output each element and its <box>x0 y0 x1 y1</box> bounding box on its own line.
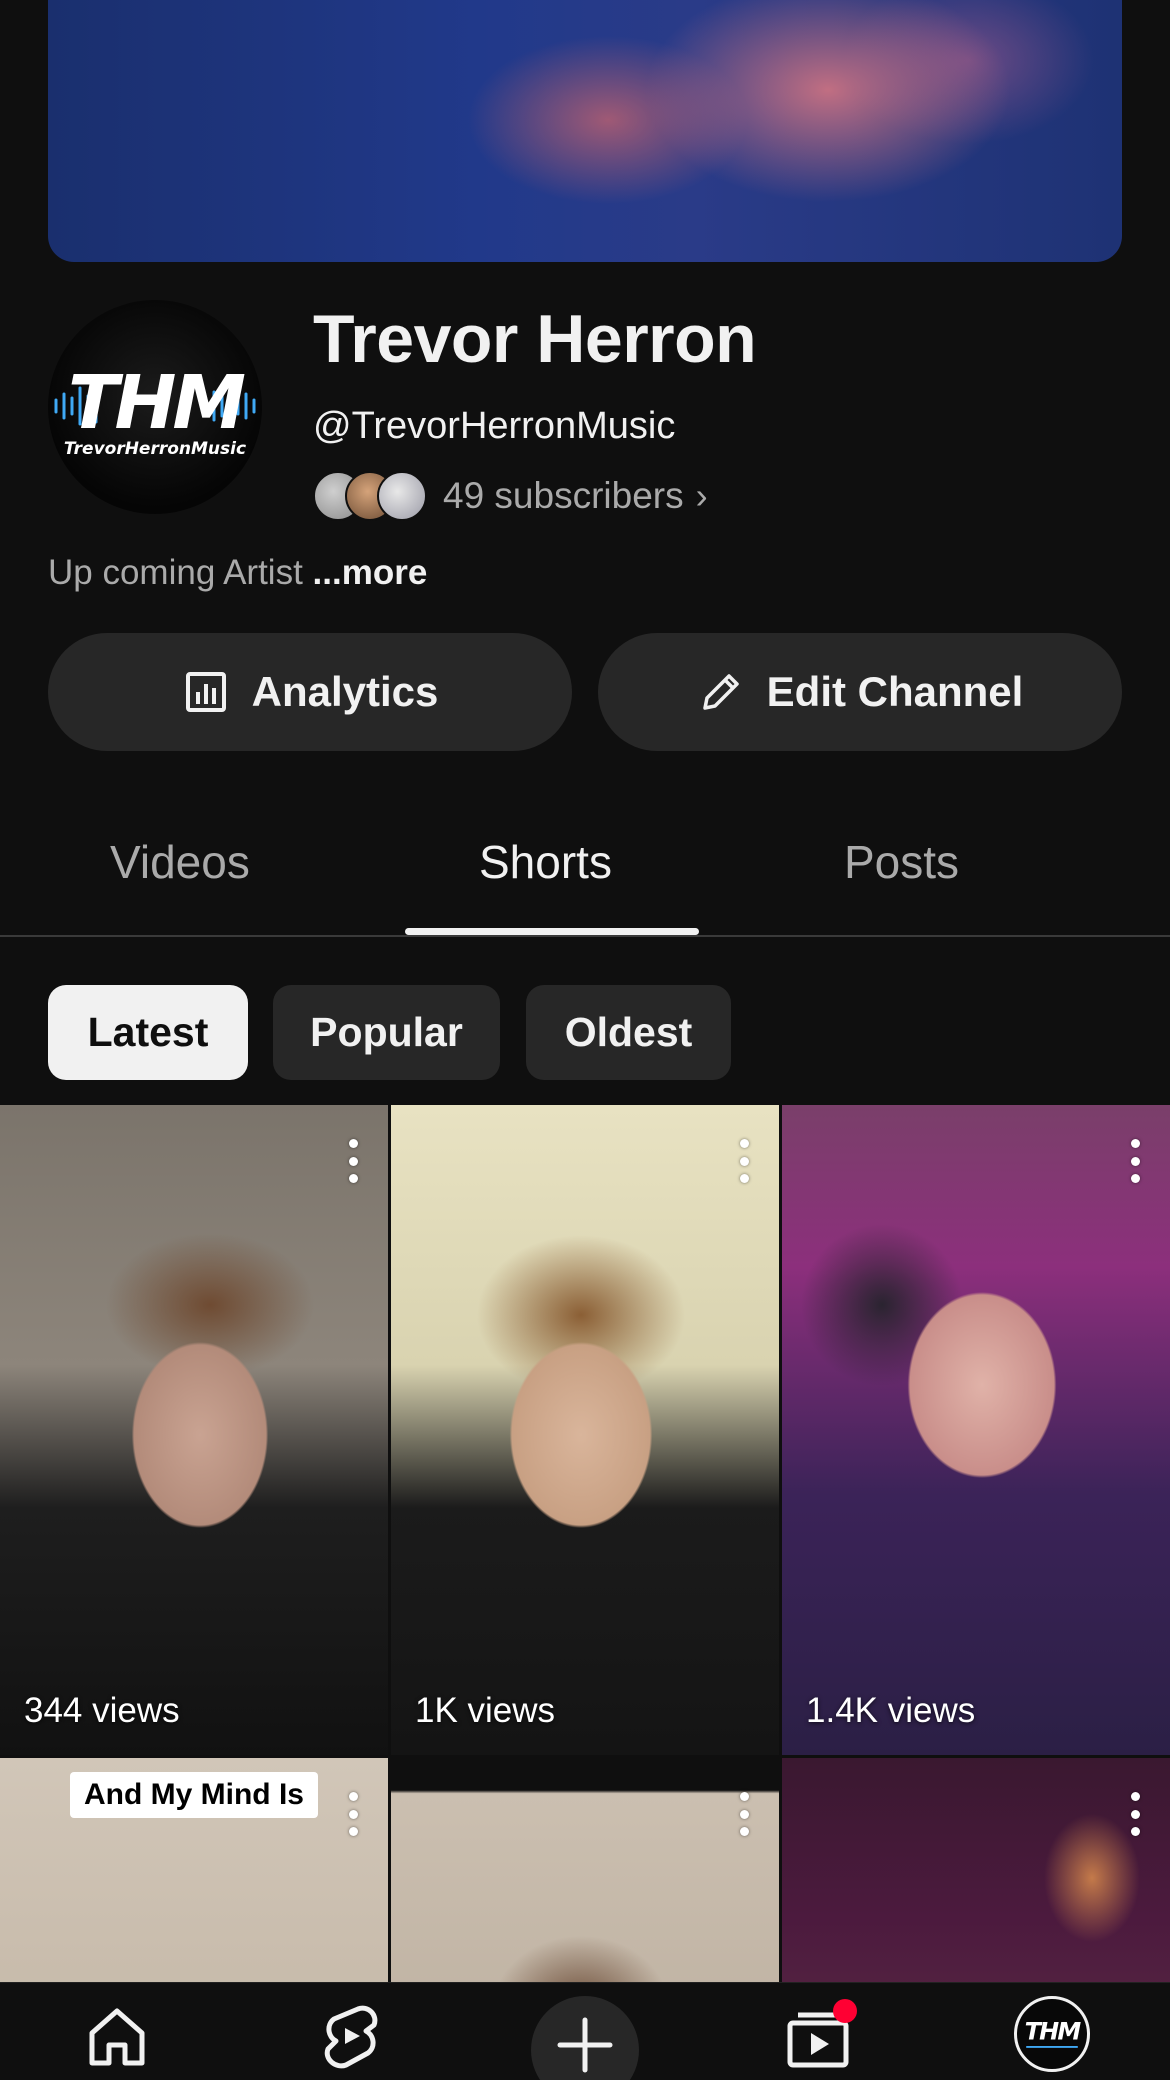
tab-posts[interactable]: Posts <box>844 835 959 889</box>
active-tab-indicator <box>405 928 699 935</box>
chip-popular[interactable]: Popular <box>273 985 500 1080</box>
channel-tabs: Videos Shorts Posts <box>0 800 1170 937</box>
more-options-icon[interactable] <box>1120 1792 1150 1836</box>
edit-channel-button[interactable]: Edit Channel <box>598 633 1122 751</box>
subscriber-count: 49 subscribers <box>443 475 684 516</box>
short-views: 1K views <box>415 1691 556 1730</box>
channel-name: Trevor Herron <box>313 301 757 377</box>
tab-videos[interactable]: Videos <box>110 835 250 889</box>
more-options-icon[interactable] <box>729 1792 759 1836</box>
chip-latest[interactable]: Latest <box>48 985 248 1080</box>
short-thumbnail[interactable]: 1K views <box>391 1105 779 1755</box>
more-options-icon[interactable] <box>729 1139 759 1183</box>
short-thumbnail[interactable]: 344 views <box>0 1105 388 1755</box>
pencil-icon <box>702 674 739 710</box>
nav-you-avatar[interactable]: THM <box>1014 1996 1090 2072</box>
thm-logo: THM TrevorHerronMusic <box>54 360 256 459</box>
logo-text: THM <box>1025 2018 1082 2046</box>
more-options-icon[interactable] <box>1120 1139 1150 1183</box>
analytics-button[interactable]: Analytics <box>48 633 572 751</box>
short-views: 1.4K views <box>806 1691 976 1730</box>
subscriber-avatar <box>377 471 427 521</box>
channel-avatar[interactable]: THM TrevorHerronMusic <box>48 300 262 514</box>
home-icon <box>89 2008 145 2066</box>
more-options-icon[interactable] <box>338 1139 368 1183</box>
nav-subscriptions[interactable] <box>779 1999 859 2080</box>
logo-text: THM <box>68 360 245 446</box>
create-icon <box>557 2017 613 2073</box>
subscriber-avatars <box>313 471 427 521</box>
short-thumbnail[interactable]: 1.4K views <box>782 1105 1170 1755</box>
chevron-right-icon: › <box>695 475 708 516</box>
channel-handle: @TrevorHerronMusic <box>313 405 676 447</box>
description-text: Up coming Artist <box>48 553 303 592</box>
edit-channel-label: Edit Channel <box>766 668 1024 715</box>
logo-subtext: TrevorHerronMusic <box>64 439 246 459</box>
tab-shorts[interactable]: Shorts <box>479 835 612 889</box>
channel-description[interactable]: Up coming Artist ...more <box>48 553 427 593</box>
short-views: 344 views <box>24 1691 180 1730</box>
nav-shorts[interactable] <box>311 2001 391 2080</box>
more-link[interactable]: ...more <box>313 553 428 592</box>
channel-banner <box>48 0 1122 262</box>
chip-oldest[interactable]: Oldest <box>526 985 731 1080</box>
analytics-icon <box>185 672 226 712</box>
channel-page: THM TrevorHerronMusic Trevor Herron @Tre… <box>0 0 1170 2080</box>
short-caption: And My Mind Is <box>70 1772 318 1818</box>
nav-home[interactable] <box>77 2001 157 2080</box>
analytics-label: Analytics <box>251 668 439 715</box>
more-options-icon[interactable] <box>338 1792 368 1836</box>
subscribers-link[interactable]: 49 subscribers › <box>313 470 708 522</box>
notification-dot <box>833 1999 857 2023</box>
thm-logo-small: THM <box>1025 2018 1083 2048</box>
shorts-icon <box>324 2005 378 2069</box>
